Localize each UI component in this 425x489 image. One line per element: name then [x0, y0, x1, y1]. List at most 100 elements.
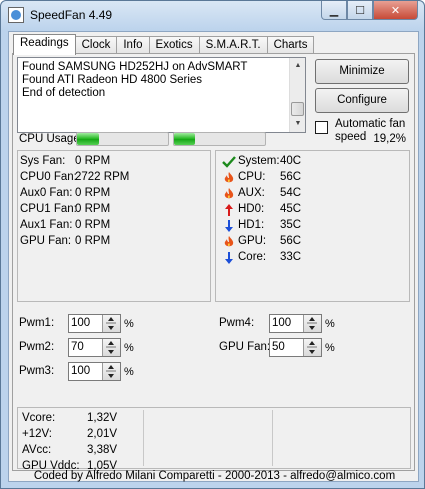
fan-name: Sys Fan:: [20, 155, 66, 167]
configure-button[interactable]: Configure: [315, 88, 409, 113]
gpu-fan-spinner[interactable]: 50: [269, 338, 322, 357]
fan-name: GPU Fan:: [20, 235, 72, 247]
column-divider: [143, 410, 144, 466]
pwm1-percent-sign: %: [124, 318, 134, 330]
pwm2-spinner[interactable]: 70: [68, 338, 121, 357]
tab-readings[interactable]: Readings: [13, 34, 76, 55]
close-window-button[interactable]: ✕: [373, 1, 418, 20]
log-line: Found SAMSUNG HD252HJ on AdvSMART: [22, 61, 248, 73]
fan-value: 0 RPM: [75, 203, 111, 215]
pwm3-value[interactable]: 100: [71, 365, 90, 377]
scroll-down-icon[interactable]: ▼: [290, 116, 306, 132]
fan-name: Aux0 Fan:: [20, 187, 73, 199]
column-divider: [272, 410, 273, 466]
temp-name: GPU:: [238, 235, 267, 247]
minimize-window-button[interactable]: ▁: [321, 1, 347, 20]
pwm2-percent-sign: %: [124, 342, 134, 354]
arrow-up-icon: [225, 204, 233, 216]
temp-name: HD1:: [238, 219, 265, 231]
flame-icon: [224, 172, 234, 183]
temp-name: HD0:: [238, 203, 265, 215]
check-icon: [222, 156, 236, 168]
pwm4-value[interactable]: 100: [272, 317, 291, 329]
pwm4-label: Pwm4:: [219, 317, 255, 329]
fan-value: 2722 RPM: [75, 171, 130, 183]
fan-value: 0 RPM: [75, 187, 111, 199]
flame-icon: [224, 236, 234, 247]
fan-name: CPU1 Fan:: [20, 203, 77, 215]
log-line: Found ATI Radeon HD 4800 Series: [22, 74, 203, 86]
pwm3-label: Pwm3:: [19, 365, 55, 377]
cpu-usage-bar-2-fill: [174, 133, 195, 145]
spinner-arrows-icon[interactable]: [102, 363, 120, 380]
volt-name: +12V:: [22, 428, 52, 440]
arrow-down-icon: [225, 220, 233, 232]
flame-icon: [224, 188, 234, 199]
cpu-usage-bar-1-fill: [77, 133, 99, 145]
automatic-fan-speed-checkbox[interactable]: [315, 121, 328, 134]
pwm1-spinner[interactable]: 100: [68, 314, 121, 333]
temp-value: 45C: [280, 203, 302, 215]
temp-value: 56C: [280, 235, 302, 247]
temp-name: Core:: [238, 251, 267, 263]
fan-value: 0 RPM: [75, 235, 111, 247]
volt-value: 1,32V: [87, 412, 118, 424]
fans-group: Sys Fan: 0 RPM CPU0 Fan: 2722 RPM Aux0 Fan…: [17, 150, 211, 302]
scroll-up-icon[interactable]: ▲: [290, 58, 306, 74]
fan-name: Aux1 Fan:: [20, 219, 73, 231]
cpu-usage-bar-2: [173, 132, 266, 146]
credits-footer: Coded by Alfredo Milani Comparetti - 200…: [33, 470, 396, 482]
cpu-usage-percent: 19,2%: [373, 133, 406, 145]
fan-value: 0 RPM: [75, 219, 111, 231]
pwm4-percent-sign: %: [325, 318, 335, 330]
temp-value: 33C: [280, 251, 302, 263]
temp-value: 40C: [280, 155, 302, 167]
volt-value: 3,38V: [87, 444, 118, 456]
pwm2-value[interactable]: 70: [71, 341, 84, 353]
temp-name: CPU:: [238, 171, 266, 183]
temperatures-group: System: 40C CPU: 56C AUX: 54C HD0: 45C HD1: 3…: [215, 150, 410, 302]
automatic-fan-speed-label-line1: Automatic fan: [335, 118, 406, 130]
pwm1-label: Pwm1:: [19, 317, 55, 329]
arrow-down-icon: [225, 252, 233, 264]
title-bar[interactable]: SpeedFan 4.49 ▁ ☐ ✕: [1, 1, 424, 31]
gpu-fan-label: GPU Fan:: [219, 341, 271, 353]
cpu-usage-label: CPU Usage: [19, 133, 80, 145]
close-icon: ✕: [390, 4, 401, 17]
fan-name: CPU0 Fan:: [20, 171, 77, 183]
spinner-arrows-icon[interactable]: [303, 315, 321, 332]
readings-panel: Found SAMSUNG HD252HJ on AdvSMART Found …: [12, 53, 415, 472]
log-line: End of detection: [22, 87, 106, 99]
maximize-window-button[interactable]: ☐: [347, 1, 373, 20]
temp-name: AUX:: [238, 187, 265, 199]
spinner-arrows-icon[interactable]: [102, 339, 120, 356]
pwm2-label: Pwm2:: [19, 341, 55, 353]
temp-value: 54C: [280, 187, 302, 199]
gpu-fan-value[interactable]: 50: [272, 341, 285, 353]
voltages-group: Vcore: 1,32V +12V: 2,01V AVcc: 3,38V GPU Vd…: [17, 407, 411, 472]
detection-log[interactable]: Found SAMSUNG HD252HJ on AdvSMART Found …: [17, 57, 306, 133]
app-icon: [8, 7, 24, 23]
window-title: SpeedFan 4.49: [30, 8, 113, 22]
maximize-icon: ☐: [355, 4, 365, 17]
temp-value: 56C: [280, 171, 302, 183]
scroll-thumb[interactable]: [291, 102, 304, 116]
volt-value: 2,01V: [87, 428, 118, 440]
volt-name: AVcc:: [22, 444, 52, 456]
log-scrollbar[interactable]: ▲ ▼: [289, 58, 305, 132]
spinner-arrows-icon[interactable]: [303, 339, 321, 356]
pwm3-spinner[interactable]: 100: [68, 362, 121, 381]
client-area: Readings Clock Info Exotics S.M.A.R.T. C…: [8, 31, 419, 482]
pwm1-value[interactable]: 100: [71, 317, 90, 329]
speedfan-window: SpeedFan 4.49 ▁ ☐ ✕ Readings Clock Info …: [0, 0, 425, 489]
volt-name: Vcore:: [22, 412, 56, 424]
gpu-fan-percent-sign: %: [325, 342, 335, 354]
caption-buttons: ▁ ☐ ✕: [321, 1, 418, 20]
log-lines: Found SAMSUNG HD252HJ on AdvSMART Found …: [22, 61, 247, 100]
spinner-arrows-icon[interactable]: [102, 315, 120, 332]
temp-value: 35C: [280, 219, 302, 231]
tab-bar: Readings Clock Info Exotics S.M.A.R.T. C…: [13, 34, 315, 55]
pwm4-spinner[interactable]: 100: [269, 314, 322, 333]
minimize-button[interactable]: Minimize: [315, 59, 409, 84]
cpu-usage-bar-1: [76, 132, 169, 146]
